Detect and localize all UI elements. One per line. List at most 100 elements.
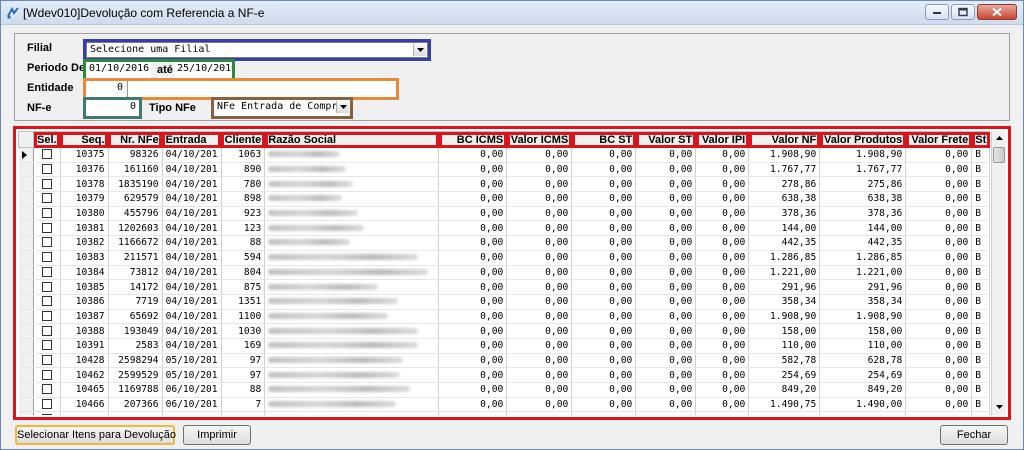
table-row[interactable]: 10465 1169788 06/10/201 88 0,00 0,00 0,00 0,00 0… [18, 382, 991, 398]
table-row[interactable]: 10383 211571 04/10/201 594 0,00 0,00 0,00 0,00 0… [18, 250, 991, 266]
table-row[interactable]: 10378 1835190 04/10/201 780 0,00 0,00 0,00 0,00… [18, 176, 991, 193]
select-checkbox[interactable] [41, 266, 52, 277]
table-row[interactable]: 10428 2598294 05/10/201 97 0,00 0,00 0,00 0,00 0… [18, 353, 991, 369]
select-checkbox-cell[interactable] [33, 367, 61, 383]
table-row[interactable]: 10386 7719 04/10/201 1351 0,00 0,00 0,00 0,00 0,… [18, 294, 991, 310]
table-row[interactable]: 10380 455796 04/10/201 923 0,00 0,00 0,00 0,00 0… [18, 206, 991, 222]
col-valor-icms[interactable]: Valor ICMS [506, 131, 573, 148]
table-row[interactable]: 10381 1202603 04/10/201 123 0,00 0,00 0,00 0,00… [18, 220, 991, 237]
col-sel[interactable]: Sel. [33, 131, 61, 148]
cell-bc-icms: 0,00 [438, 309, 508, 325]
print-button[interactable]: Imprimir [183, 425, 251, 445]
cell-valor-nf: 1.490,75 [748, 397, 821, 413]
table-row[interactable]: 1048736767906/10/201910,000,000,000,000,… [18, 411, 991, 415]
col-nr-nfe[interactable]: Nr. NFe [107, 131, 163, 148]
maximize-button[interactable] [951, 4, 975, 20]
select-checkbox[interactable] [41, 369, 52, 380]
table-row[interactable]: 10387 65692 04/10/201 1100 0,00 0,00 0,00 0,00 0… [18, 309, 991, 325]
entidade-name-input[interactable] [127, 81, 396, 97]
select-checkbox[interactable] [41, 399, 52, 410]
select-checkbox-cell[interactable] [33, 279, 61, 295]
col-valor-produtos[interactable]: Valor Produtos [819, 131, 907, 148]
nfe-input[interactable]: 0 [86, 100, 139, 116]
select-checkbox[interactable] [41, 413, 52, 415]
cell-nr-nfe: 2598294 [108, 353, 163, 369]
select-checkbox[interactable] [41, 149, 52, 160]
select-checkbox-cell[interactable] [33, 294, 61, 310]
select-checkbox-cell[interactable] [33, 235, 61, 251]
select-checkbox[interactable] [41, 296, 52, 307]
select-checkbox[interactable] [41, 384, 52, 395]
select-items-button[interactable]: Selecionar Itens para Devolução [15, 425, 176, 445]
table-row[interactable]: 10375 98326 04/10/201 1063 0,00 0,00 0,00 0,00 0… [18, 147, 991, 163]
scroll-up-button[interactable] [993, 132, 1006, 145]
select-checkbox-cell[interactable] [33, 309, 61, 325]
col-entrada[interactable]: Entrada [161, 131, 222, 148]
col-valor-nf[interactable]: Valor NF [748, 131, 821, 148]
table-row[interactable]: 10462 2599529 05/10/201 97 0,00 0,00 0,00 0,00 0… [18, 367, 991, 383]
col-bc-st[interactable]: BC ST [571, 131, 637, 148]
cell-razao-social [264, 191, 440, 207]
select-checkbox[interactable] [41, 178, 52, 189]
scroll-down-button[interactable] [993, 401, 1006, 414]
table-row[interactable]: 10384 73812 04/10/201 804 0,00 0,00 0,00 0,00 0,… [18, 265, 991, 281]
table-row[interactable]: 10385 14172 04/10/201 875 0,00 0,00 0,00 0,00 0,… [18, 279, 991, 295]
select-checkbox[interactable] [41, 354, 52, 365]
grid-vertical-scrollbar[interactable] [991, 131, 1006, 415]
select-checkbox[interactable] [41, 325, 52, 336]
select-checkbox-cell[interactable] [33, 176, 61, 193]
select-checkbox[interactable] [41, 310, 52, 321]
select-checkbox-cell[interactable] [33, 397, 61, 413]
table-row[interactable]: 10379 629579 04/10/201 898 0,00 0,00 0,00 0,00 0… [18, 191, 991, 207]
col-st[interactable]: St [971, 131, 991, 148]
col-valor-st[interactable]: Valor ST [635, 131, 697, 148]
select-checkbox[interactable] [41, 193, 52, 204]
filial-select[interactable]: Selecione uma Filial [86, 42, 428, 58]
col-cliente[interactable]: Cliente [220, 131, 266, 148]
entidade-code-input[interactable]: 0 [86, 81, 126, 97]
select-checkbox-cell[interactable] [33, 382, 61, 398]
cell-bc-st: 0,00 [571, 353, 637, 369]
col-valor-frete[interactable]: Valor Frete [905, 131, 973, 148]
select-checkbox-cell[interactable] [33, 338, 61, 354]
col-valor-ipi[interactable]: Valor IPI [695, 131, 750, 148]
cell-valor-nf: 1.908,90 [748, 309, 821, 325]
periodo-de-input[interactable]: 01/10/2016 [86, 62, 151, 78]
select-checkbox-cell[interactable] [33, 147, 61, 163]
table-row[interactable]: 10391 2583 04/10/201 169 0,00 0,00 0,00 0,00 0,0… [18, 338, 991, 354]
select-checkbox[interactable] [41, 237, 52, 248]
select-checkbox-cell[interactable] [33, 323, 61, 339]
table-row[interactable]: 10376 161160 04/10/201 890 0,00 0,00 0,00 0,00 0… [18, 162, 991, 178]
select-checkbox-cell[interactable] [33, 353, 61, 369]
select-checkbox[interactable] [41, 340, 52, 351]
cell-bc-icms: 0,00 [438, 265, 508, 281]
select-checkbox-cell[interactable] [33, 220, 61, 237]
filial-dropdown-button[interactable] [413, 44, 426, 56]
select-checkbox[interactable] [41, 281, 52, 292]
close-button[interactable]: Fechar [940, 425, 1008, 445]
col-seq[interactable]: Seq. [59, 131, 109, 148]
tipo-nfe-select[interactable]: NFe Entrada de Compras [214, 100, 350, 116]
scroll-thumb[interactable] [993, 147, 1005, 163]
col-bc-icms[interactable]: BC ICMS [438, 131, 508, 148]
table-row[interactable]: 10466 207366 06/10/201 7 0,00 0,00 0,00 0,00 0,0… [18, 397, 991, 413]
select-checkbox-cell[interactable] [33, 411, 61, 415]
minimize-button[interactable] [925, 4, 949, 20]
cell-valor-frete: 0,00 [905, 338, 973, 354]
table-row[interactable]: 10382 1166672 04/10/201 88 0,00 0,00 0,00 0,00 0… [18, 235, 991, 251]
select-checkbox[interactable] [41, 208, 52, 219]
select-checkbox-cell[interactable] [33, 191, 61, 207]
close-window-button[interactable] [977, 4, 1017, 20]
select-checkbox[interactable] [41, 222, 52, 233]
table-row[interactable]: 10388 193049 04/10/201 1030 0,00 0,00 0,00 0,00… [18, 323, 991, 339]
select-checkbox-cell[interactable] [33, 206, 61, 222]
select-checkbox[interactable] [41, 252, 52, 263]
periodo-ate-input[interactable]: 25/10/2016 [174, 62, 232, 78]
select-checkbox-cell[interactable] [33, 250, 61, 266]
select-checkbox[interactable] [41, 164, 52, 175]
cell-entrada: 06/10/201 [162, 397, 222, 413]
select-checkbox-cell[interactable] [33, 265, 61, 281]
col-razao-social[interactable]: Razão Social [264, 131, 440, 148]
select-checkbox-cell[interactable] [33, 162, 61, 178]
tipo-nfe-dropdown-button[interactable] [336, 101, 349, 113]
